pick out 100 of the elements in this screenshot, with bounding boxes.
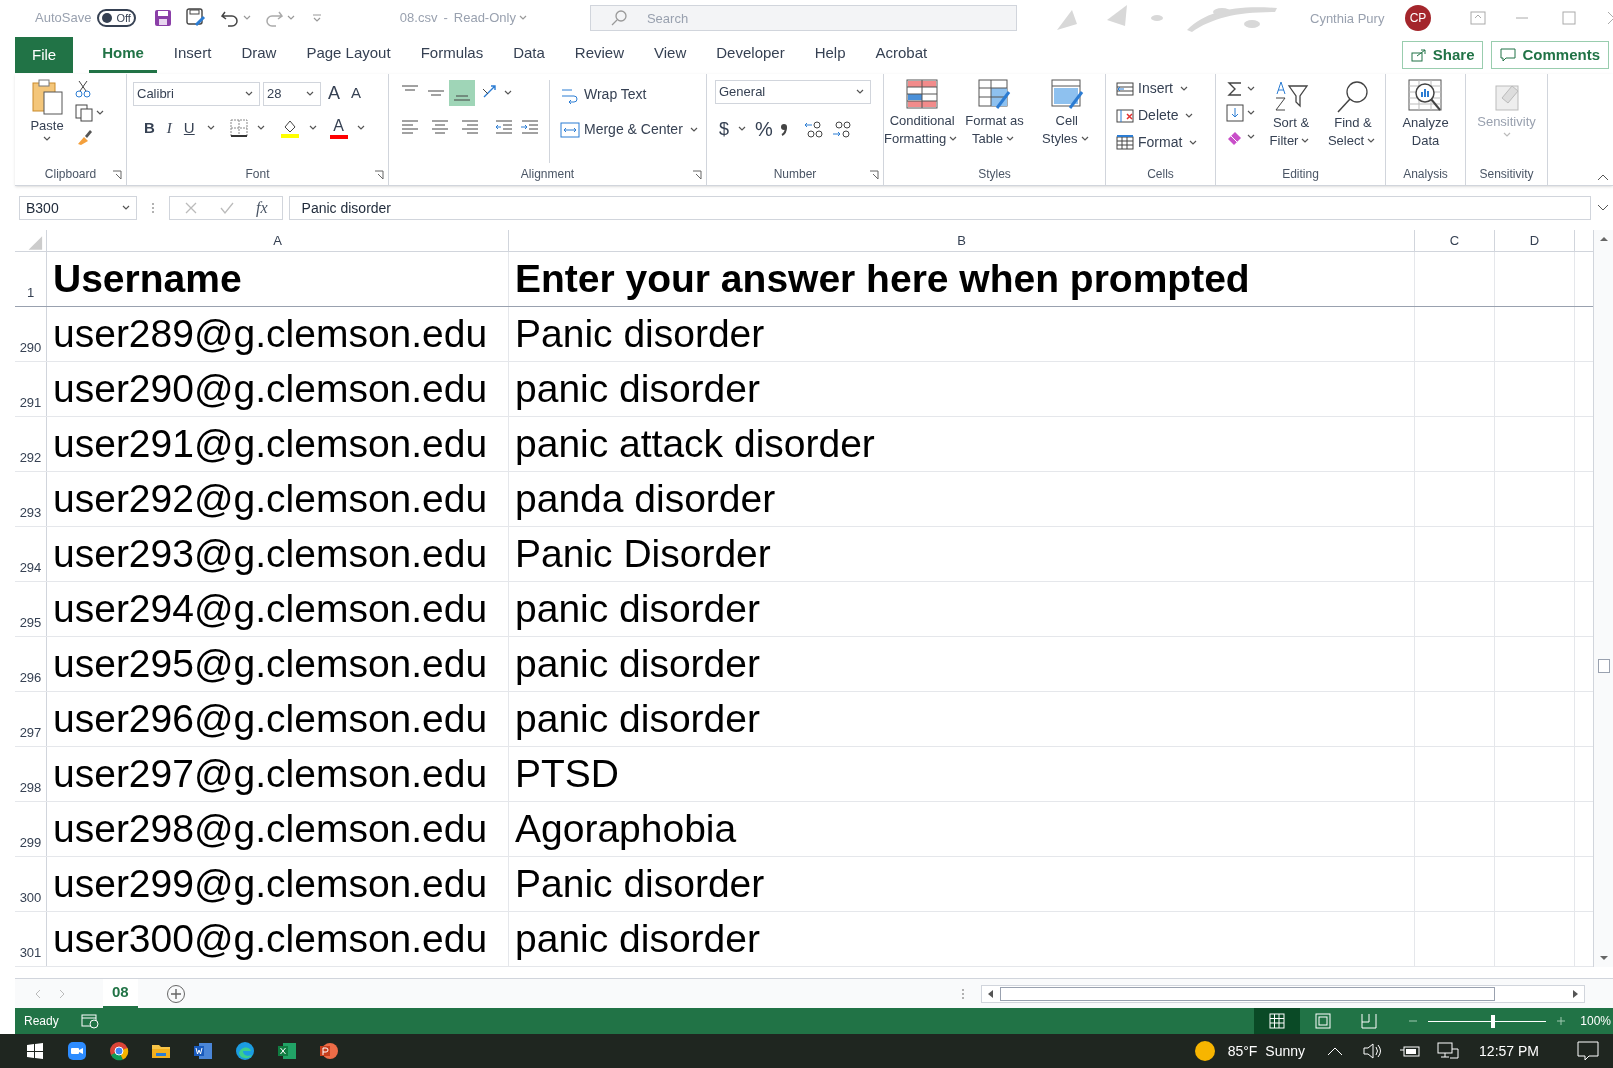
search-field[interactable]: Search <box>589 5 1017 31</box>
row-header[interactable]: 292 <box>15 417 47 471</box>
column-header[interactable]: B <box>509 230 1415 251</box>
normal-view-icon[interactable] <box>1254 1008 1301 1034</box>
row-header[interactable]: 291 <box>15 362 47 416</box>
vertical-scrollbar[interactable] <box>1593 230 1613 967</box>
column-header[interactable]: D <box>1495 230 1575 251</box>
fill-color-icon[interactable] <box>279 118 300 139</box>
autosum-icon[interactable] <box>1226 80 1244 98</box>
insert-cells-button[interactable]: Insert <box>1116 78 1215 99</box>
fill-icon[interactable] <box>1226 104 1244 122</box>
dialog-launcher-icon[interactable] <box>374 170 384 180</box>
font-color-button[interactable]: A <box>329 117 348 139</box>
analyze-data-button[interactable]: Analyze Data <box>1394 74 1457 163</box>
row-header[interactable]: 298 <box>15 747 47 801</box>
menu-tab[interactable]: View <box>641 37 700 73</box>
find-select-button[interactable]: Find & Select <box>1324 76 1382 163</box>
cell-styles-button[interactable]: Cell Styles <box>1030 74 1103 163</box>
excel-icon[interactable] <box>277 1041 297 1061</box>
row-header[interactable]: 290 <box>15 307 47 361</box>
menu-tab[interactable]: Formulas <box>407 37 497 73</box>
column-header[interactable]: C <box>1415 230 1495 251</box>
merge-center-button[interactable]: Merge & Center <box>560 119 701 140</box>
wrap-text-button[interactable]: Wrap Text <box>560 84 701 105</box>
speaker-icon[interactable] <box>1363 1043 1384 1059</box>
menu-tab[interactable]: Data <box>500 37 558 73</box>
borders-icon[interactable] <box>229 119 248 138</box>
decrease-font-button[interactable]: A <box>347 82 366 105</box>
horizontal-scrollbar[interactable] <box>981 984 1585 1003</box>
increase-font-button[interactable]: A <box>324 80 344 107</box>
row-header[interactable]: 1 <box>15 252 47 306</box>
customize-icon[interactable] <box>311 13 322 23</box>
edge-icon[interactable] <box>235 1041 255 1061</box>
conditional-formatting-button[interactable]: Conditional Formatting <box>886 74 959 163</box>
underline-button[interactable]: U <box>180 117 198 140</box>
zoom-slider[interactable] <box>1491 1014 1496 1028</box>
network-icon[interactable] <box>1437 1042 1460 1060</box>
scroll-thumb[interactable] <box>1597 659 1610 673</box>
video-camera-icon[interactable] <box>67 1041 87 1061</box>
menu-tab[interactable]: Home <box>89 37 157 73</box>
currency-button[interactable]: $ <box>719 115 729 143</box>
number-format-field[interactable]: General <box>715 80 871 104</box>
row-header[interactable]: 299 <box>15 802 47 856</box>
row-header[interactable]: 293 <box>15 472 47 526</box>
undo-icon[interactable] <box>219 9 240 27</box>
save-as-icon[interactable] <box>185 8 206 28</box>
menu-tab[interactable]: Help <box>801 37 859 73</box>
row-header[interactable]: 296 <box>15 637 47 691</box>
chevron-up-icon[interactable] <box>1327 1046 1344 1056</box>
format-cells-button[interactable]: Format <box>1116 132 1215 153</box>
menu-tab[interactable]: Insert <box>160 37 225 73</box>
collapse-ribbon-icon[interactable] <box>1597 173 1609 181</box>
dialog-launcher-icon[interactable] <box>692 170 702 180</box>
save-icon[interactable] <box>153 9 172 27</box>
sort-filter-button[interactable]: Sort & Filter <box>1264 76 1318 163</box>
battery-icon[interactable] <box>1399 1044 1422 1058</box>
comma-style-icon[interactable] <box>778 121 789 137</box>
comments-button[interactable]: Comments <box>1491 41 1609 69</box>
insert-function-button[interactable]: fx <box>256 196 268 220</box>
scroll-thumb[interactable] <box>1000 986 1495 1001</box>
menu-tab[interactable]: Page Layout <box>293 37 404 73</box>
add-sheet-icon[interactable] <box>165 983 186 1004</box>
share-button[interactable]: Share <box>1401 41 1484 69</box>
column-header[interactable]: A <box>47 230 509 251</box>
formula-field[interactable]: Panic disorder <box>288 196 1591 220</box>
increase-decimal-icon[interactable] <box>802 120 825 138</box>
dialog-launcher-icon[interactable] <box>869 170 879 180</box>
expand-formula-icon[interactable] <box>1597 204 1609 212</box>
autosave-toggle[interactable]: Off <box>97 9 136 27</box>
row-header[interactable]: 297 <box>15 692 47 746</box>
sun-icon[interactable] <box>1193 1040 1216 1062</box>
decrease-decimal-icon[interactable] <box>830 120 853 138</box>
percent-button[interactable]: % <box>755 114 773 144</box>
row-header[interactable]: 294 <box>15 527 47 581</box>
presentation-icon[interactable] <box>319 1041 339 1061</box>
menu-tab[interactable]: Draw <box>228 37 290 73</box>
name-box[interactable]: B300 <box>19 196 137 220</box>
notifications-icon[interactable] <box>1577 1041 1599 1061</box>
menu-tab[interactable]: Acrobat <box>862 37 941 73</box>
dialog-launcher-icon[interactable] <box>112 170 122 180</box>
delete-cells-button[interactable]: Delete <box>1116 105 1215 126</box>
start-icon[interactable] <box>25 1041 45 1061</box>
font-size-field[interactable]: 28 <box>263 81 321 106</box>
bold-button[interactable]: B <box>141 117 158 140</box>
copy-icon[interactable] <box>75 104 93 122</box>
accessibility-icon[interactable] <box>80 1013 99 1029</box>
row-header[interactable]: 295 <box>15 582 47 636</box>
format-as-table-button[interactable]: Format as Table <box>958 74 1031 163</box>
row-header[interactable]: 301 <box>15 912 47 966</box>
word-icon[interactable] <box>193 1041 213 1061</box>
user-avatar[interactable]: CP <box>1405 5 1431 31</box>
row-header[interactable]: 300 <box>15 857 47 911</box>
sheet-tab[interactable]: 08 <box>103 978 138 1009</box>
menu-tab[interactable]: Review <box>561 37 638 73</box>
file-tab[interactable]: File <box>15 37 74 73</box>
font-name-field[interactable]: Calibri <box>133 81 260 106</box>
browser-icon[interactable] <box>109 1041 129 1061</box>
italic-button[interactable]: I <box>163 117 175 140</box>
menu-tab[interactable]: Developer <box>703 37 798 73</box>
paste-button[interactable]: Paste <box>27 78 67 163</box>
